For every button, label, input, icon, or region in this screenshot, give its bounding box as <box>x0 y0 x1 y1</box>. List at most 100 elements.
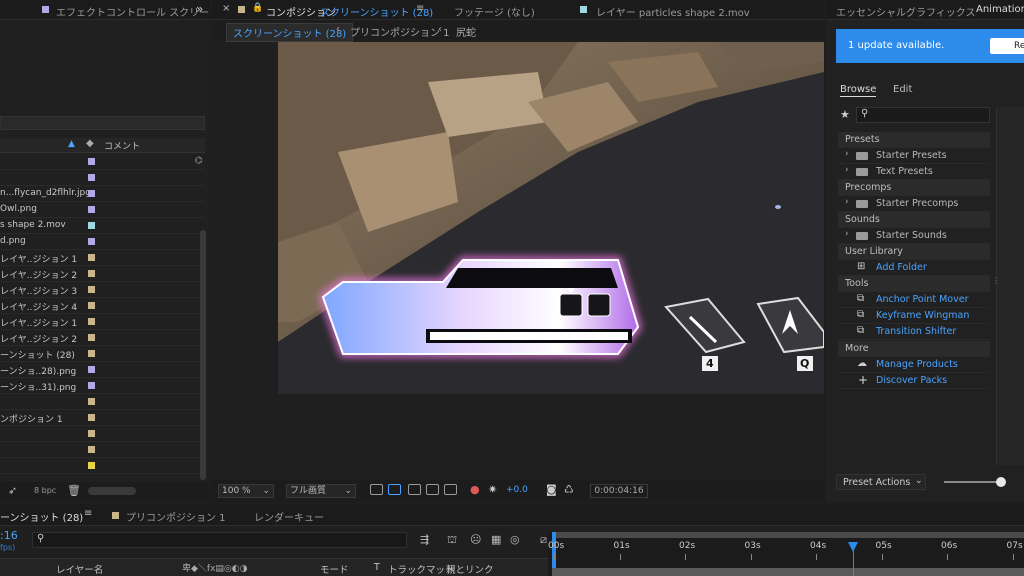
label-color-swatch[interactable] <box>88 366 95 373</box>
trash-icon[interactable]: 🗑 <box>67 484 81 497</box>
label-color-swatch[interactable] <box>88 302 95 309</box>
exposure-value[interactable]: +0.0 <box>506 485 528 495</box>
chevron-right-icon[interactable]: › <box>845 197 849 207</box>
bpc-indicator[interactable]: 8 bpc <box>34 486 56 495</box>
tool-keyframe-wingman[interactable]: ⧉ Keyframe Wingman <box>838 308 990 324</box>
comp-viewer[interactable]: 4 Q <box>278 42 824 394</box>
project-hscroll[interactable] <box>88 487 136 495</box>
library-search-input[interactable]: ⚲ <box>856 107 990 123</box>
mask-path-icon[interactable] <box>408 484 421 495</box>
list-item[interactable]: ンポジション 1 <box>0 410 205 426</box>
label-color-swatch[interactable] <box>88 286 95 293</box>
chevron-right-icon[interactable]: › <box>845 165 849 175</box>
tab-menu-icon[interactable]: ≡ <box>84 508 92 519</box>
column-comment[interactable]: コメント <box>104 139 140 152</box>
playhead-cap-icon[interactable] <box>847 542 858 552</box>
list-item[interactable]: ーンショ..28).png <box>0 362 205 378</box>
section-precomps[interactable]: Precomps <box>838 180 990 196</box>
discover-packs-link[interactable]: + Discover Packs <box>838 373 990 389</box>
frame-blending-icon[interactable]: ▦ <box>491 533 501 546</box>
label-color-swatch[interactable] <box>88 334 95 341</box>
section-sounds[interactable]: Sounds <box>838 212 990 228</box>
tab-layer[interactable]: レイヤー particles shape 2.mov <box>596 4 750 19</box>
label-color-swatch[interactable] <box>88 446 95 453</box>
label-color-swatch[interactable] <box>88 238 95 245</box>
label-color-swatch[interactable] <box>88 350 95 357</box>
safe-margins-icon[interactable] <box>426 484 439 495</box>
column-track-matte[interactable]: トラックマット <box>388 562 455 576</box>
toggle-view-icon[interactable] <box>444 484 457 495</box>
nav-browse[interactable]: Browse <box>840 84 877 97</box>
motion-blur-icon[interactable]: ◎ <box>510 533 520 546</box>
current-time-display[interactable]: 0:00:04:16 <box>590 484 648 498</box>
quality-select[interactable]: フル画質 ⌄ <box>286 484 356 498</box>
label-color-swatch[interactable] <box>88 414 95 421</box>
list-item[interactable]: ーンショ..31).png <box>0 378 205 394</box>
list-item[interactable]: レイヤ..ジション 1 <box>0 314 205 330</box>
label-color-swatch[interactable] <box>88 318 95 325</box>
panel-overflow-icon[interactable]: » <box>196 2 203 16</box>
list-item-starter-precomps[interactable]: › Starter Precomps <box>838 196 990 212</box>
list-item[interactable]: d.png <box>0 234 205 250</box>
time-ruler[interactable]: 00s 01s 02s 03s 04s 05s 06s 07s <box>548 532 1024 576</box>
list-item-starter-sounds[interactable]: › Starter Sounds <box>838 228 990 244</box>
preset-actions-select[interactable]: Preset Actions ⌄ <box>836 474 926 490</box>
pane-resize-handle[interactable]: ⋮ <box>992 276 1000 285</box>
breadcrumb-item-2[interactable]: 尻蛇 <box>456 24 476 39</box>
list-item[interactable] <box>0 458 205 474</box>
list-item[interactable] <box>0 154 205 170</box>
tab-effect-controls[interactable]: エフェクトコントロール スクリー <box>56 4 209 19</box>
manage-products-link[interactable]: ☁ Manage Products <box>838 357 990 373</box>
interpret-footage-icon[interactable]: ➶ <box>8 484 17 497</box>
tab-menu-icon[interactable]: ≡ <box>416 3 424 14</box>
tab-essential-graphics[interactable]: エッセンシャルグラフィックス <box>836 4 976 19</box>
work-area-bar[interactable] <box>552 532 1024 538</box>
exposure-icon[interactable]: ✷ <box>488 483 497 496</box>
list-item-starter-presets[interactable]: › Starter Presets <box>838 148 990 164</box>
lock-icon[interactable]: 🔒 <box>252 3 263 13</box>
list-item[interactable] <box>0 426 205 442</box>
list-item[interactable]: レイヤ..ジション 4 <box>0 298 205 314</box>
current-time[interactable]: :16 <box>0 529 18 542</box>
column-layer-name[interactable]: レイヤー名 <box>56 562 103 576</box>
region-of-interest-icon[interactable] <box>370 484 383 495</box>
add-folder-button[interactable]: ⊞ Add Folder <box>838 260 990 276</box>
list-item[interactable]: レイヤ..ジション 2 <box>0 330 205 346</box>
list-item[interactable] <box>0 442 205 458</box>
show-snapshot-icon[interactable]: ♺ <box>564 483 574 496</box>
thumbnail-size-slider[interactable] <box>944 477 1006 487</box>
label-color-swatch[interactable] <box>88 430 95 437</box>
transparency-grid-icon[interactable] <box>388 484 401 495</box>
list-item-text-presets[interactable]: › Text Presets <box>838 164 990 180</box>
breadcrumb-item-1[interactable]: プリコンポジション 1 <box>350 24 450 39</box>
section-tools[interactable]: Tools <box>838 276 990 292</box>
list-item[interactable]: n...flycan_d2flhlr.jpg <box>0 186 205 202</box>
tab-precomp[interactable]: プリコンポジション 1 <box>126 509 226 524</box>
label-tag-icon[interactable]: ◆ <box>86 138 94 149</box>
label-color-swatch[interactable] <box>88 462 95 469</box>
snapshot-icon[interactable]: ◙ <box>546 483 557 496</box>
section-more[interactable]: More <box>838 341 990 357</box>
zoom-select[interactable]: 100 % ⌄ <box>218 484 274 498</box>
chevron-right-icon[interactable]: › <box>845 229 849 239</box>
label-color-swatch[interactable] <box>88 398 95 405</box>
timeline-search-input[interactable]: ⚲ <box>32 532 407 548</box>
list-item[interactable]: ーンショット (28) <box>0 346 205 362</box>
review-button[interactable]: Revi <box>990 38 1024 54</box>
playhead[interactable] <box>847 542 858 576</box>
tool-anchor-point-mover[interactable]: ⧉ Anchor Point Mover <box>838 292 990 308</box>
color-channels-icon[interactable]: ● <box>470 483 480 496</box>
list-item[interactable]: レイヤ..ジション 1 <box>0 250 205 266</box>
tab-timeline-comp[interactable]: ーンショット (28) <box>0 509 83 524</box>
list-item[interactable]: レイヤ..ジション 3 <box>0 282 205 298</box>
list-item[interactable] <box>0 394 205 410</box>
comp-mini-flowchart-icon[interactable]: ⇶ <box>420 533 429 546</box>
list-item[interactable]: Owl.png <box>0 202 205 218</box>
section-presets[interactable]: Presets <box>838 132 990 148</box>
label-color-swatch[interactable] <box>88 190 95 197</box>
slider-knob[interactable] <box>996 477 1006 487</box>
list-item[interactable]: レイヤ..ジション 2 <box>0 266 205 282</box>
favorites-star-icon[interactable]: ★ <box>840 108 850 121</box>
chevron-right-icon[interactable]: › <box>845 149 849 159</box>
label-color-swatch[interactable] <box>88 206 95 213</box>
